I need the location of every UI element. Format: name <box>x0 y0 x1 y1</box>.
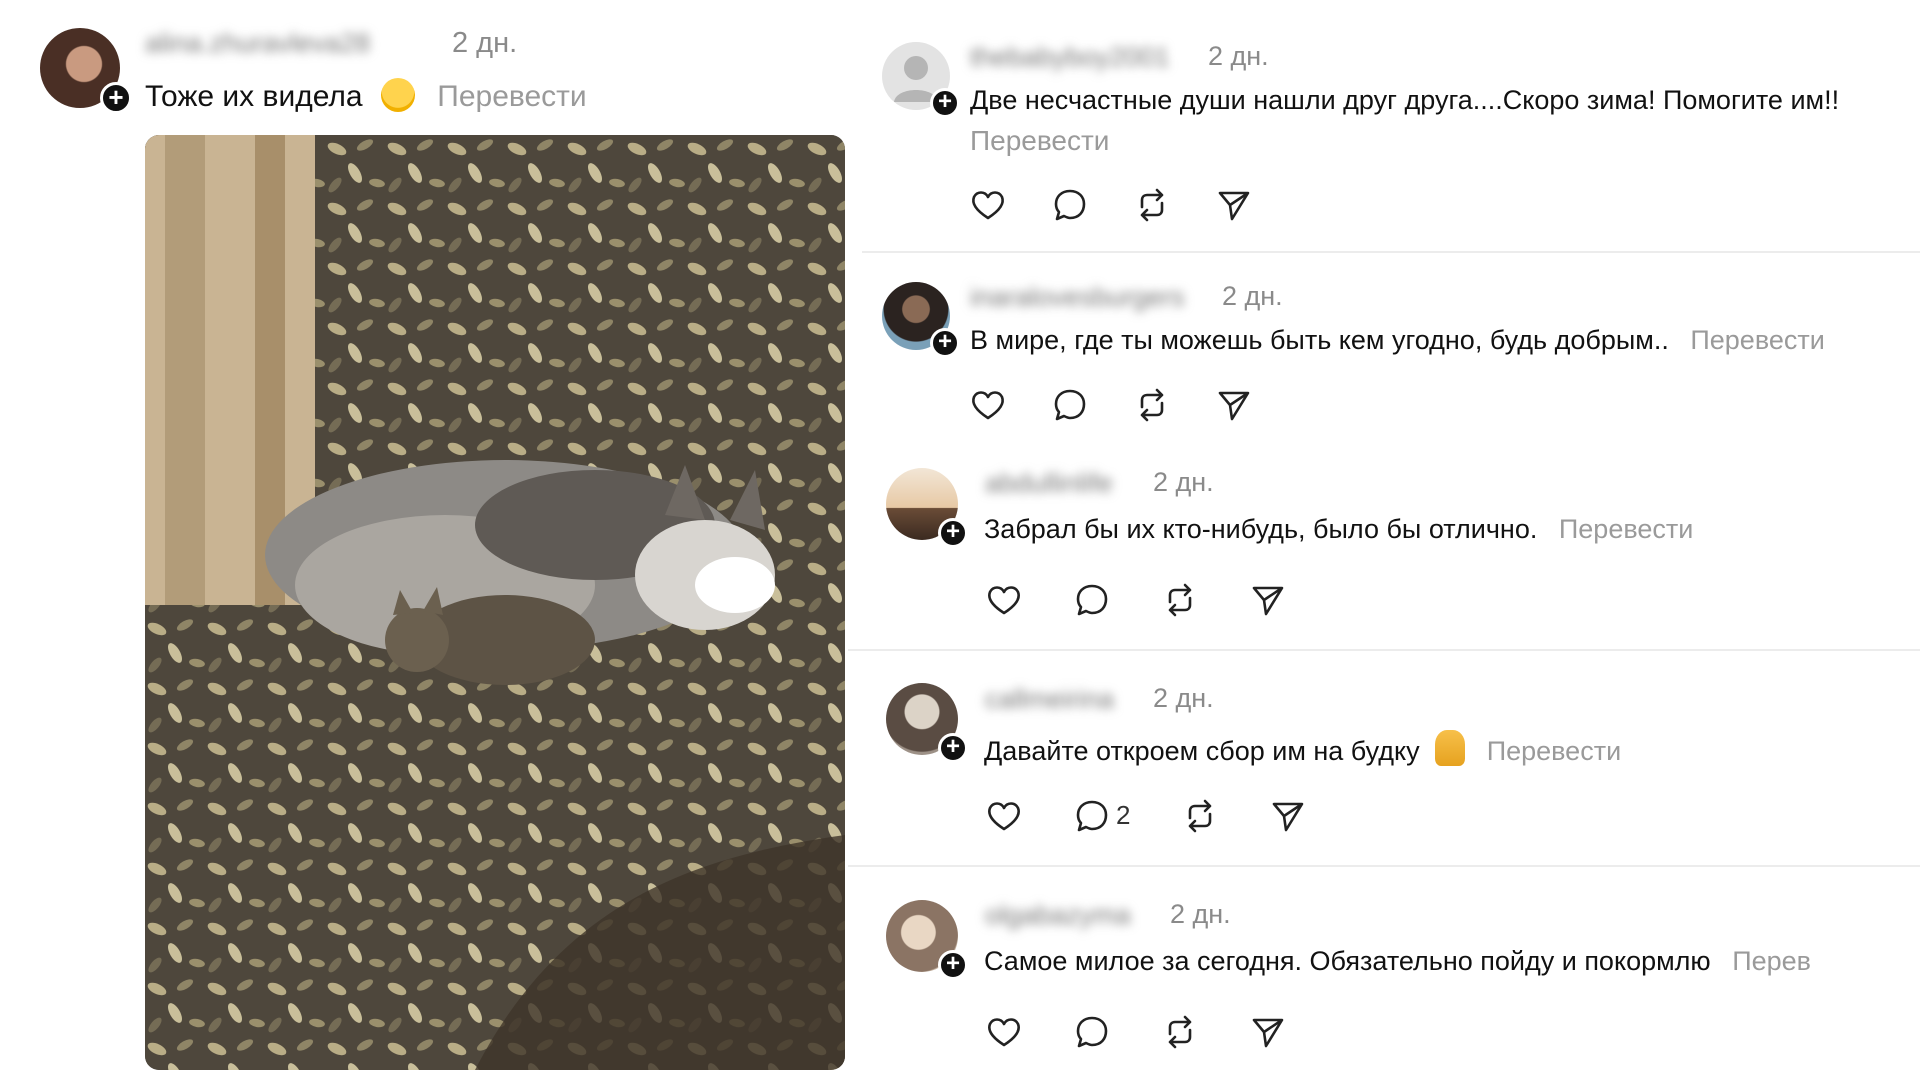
comment-time: 2 дн. <box>1208 41 1269 71</box>
follow-plus-icon[interactable]: + <box>930 328 960 358</box>
comment-actions: 2 <box>984 796 1324 836</box>
repost-icon[interactable] <box>1160 1012 1200 1052</box>
follow-plus-icon[interactable]: + <box>100 82 132 114</box>
main-post: + alina.zhuravleva28 2 дн. Тоже их видел… <box>0 0 860 1080</box>
comment-time: 2 дн. <box>1153 467 1214 497</box>
comment-text: Две несчастные души нашли друг друга....… <box>970 85 1840 115</box>
comment-avatar[interactable]: + <box>882 42 960 118</box>
post-photo[interactable] <box>145 135 845 1070</box>
comment-actions <box>968 385 1268 425</box>
comment-translate-link[interactable]: Перевести <box>1487 736 1621 766</box>
comment-text-body: Забрал бы их кто-нибудь, было бы отлично… <box>984 514 1538 544</box>
comment-username[interactable]: abdullinlife <box>985 468 1113 499</box>
comment-icon[interactable] <box>1072 1012 1112 1052</box>
comment-username[interactable]: callmeirina <box>985 684 1114 715</box>
heart-icon[interactable] <box>968 185 1008 225</box>
send-icon[interactable] <box>1268 796 1308 836</box>
repost-icon[interactable] <box>1180 796 1220 836</box>
comment-text-body: Давайте откроем сбор им на будку <box>984 736 1420 766</box>
send-icon[interactable] <box>1214 185 1254 225</box>
comment-divider <box>848 865 1920 867</box>
comment-icon[interactable] <box>1050 185 1090 225</box>
post-username[interactable]: alina.zhuravleva28 <box>145 28 370 59</box>
comment-divider <box>862 251 1920 253</box>
comment-translate-link[interactable]: Перевести <box>1559 514 1693 544</box>
comment-username[interactable]: thebabyboy2001 <box>970 42 1170 73</box>
heart-icon[interactable] <box>984 796 1024 836</box>
post-time: 2 дн. <box>452 27 518 59</box>
comment-actions <box>968 185 1268 225</box>
send-icon[interactable] <box>1248 580 1288 620</box>
repost-icon[interactable] <box>1160 580 1200 620</box>
follow-plus-icon[interactable]: + <box>938 950 968 980</box>
dog-and-cat-photo <box>145 135 845 1070</box>
heart-icon[interactable] <box>968 385 1008 425</box>
heart-icon[interactable] <box>984 580 1024 620</box>
folded-hands-emoji-icon <box>1435 730 1466 766</box>
comment-actions <box>984 580 1304 620</box>
pleading-face-emoji-icon <box>380 78 415 112</box>
comment-text: В мире, где ты можешь быть кем угодно, б… <box>970 325 1825 356</box>
comment-icon[interactable] <box>1072 580 1112 620</box>
post-text-body: Тоже их видела <box>145 80 363 113</box>
follow-plus-icon[interactable]: + <box>938 518 968 548</box>
post-author-avatar[interactable]: + <box>40 28 132 114</box>
follow-plus-icon[interactable]: + <box>930 88 960 118</box>
comment-text-body: Самое милое за сегодня. Обязательно пойд… <box>984 946 1711 976</box>
comment-icon[interactable] <box>1050 385 1090 425</box>
repost-icon[interactable] <box>1132 385 1172 425</box>
comment-divider <box>848 649 1920 651</box>
comment-text: Забрал бы их кто-нибудь, было бы отлично… <box>984 514 1693 545</box>
post-text: Тоже их видела Перевести <box>145 78 587 114</box>
heart-icon[interactable] <box>984 1012 1024 1052</box>
send-icon[interactable] <box>1248 1012 1288 1052</box>
repost-icon[interactable] <box>1132 185 1172 225</box>
comment-text: Самое милое за сегодня. Обязательно пойд… <box>984 946 1811 977</box>
comment-icon[interactable] <box>1072 796 1112 836</box>
comment-time: 2 дн. <box>1222 281 1283 311</box>
follow-plus-icon[interactable]: + <box>938 733 968 763</box>
comment-avatar[interactable]: + <box>882 282 960 358</box>
comment-time: 2 дн. <box>1170 899 1231 929</box>
comment-translate-link[interactable]: Перевести <box>970 125 1109 157</box>
comment-actions <box>984 1012 1304 1052</box>
comment-avatar[interactable]: + <box>886 468 968 548</box>
comment-avatar[interactable]: + <box>886 900 968 980</box>
comment-translate-link[interactable]: Перев <box>1732 946 1811 976</box>
comment-translate-link[interactable]: Перевести <box>1690 325 1824 355</box>
comment-time: 2 дн. <box>1153 683 1214 713</box>
post-translate-link[interactable]: Перевести <box>437 80 586 113</box>
comment-text: Давайте откроем сбор им на будку Перевес… <box>984 730 1621 767</box>
comment-text-body: В мире, где ты можешь быть кем угодно, б… <box>970 325 1669 355</box>
comment-avatar[interactable]: + <box>886 683 968 763</box>
comment-username[interactable]: inaralovesburgers <box>970 282 1185 313</box>
reply-count: 2 <box>1116 800 1131 830</box>
comment-username[interactable]: olgabazyma <box>985 900 1131 931</box>
send-icon[interactable] <box>1214 385 1254 425</box>
